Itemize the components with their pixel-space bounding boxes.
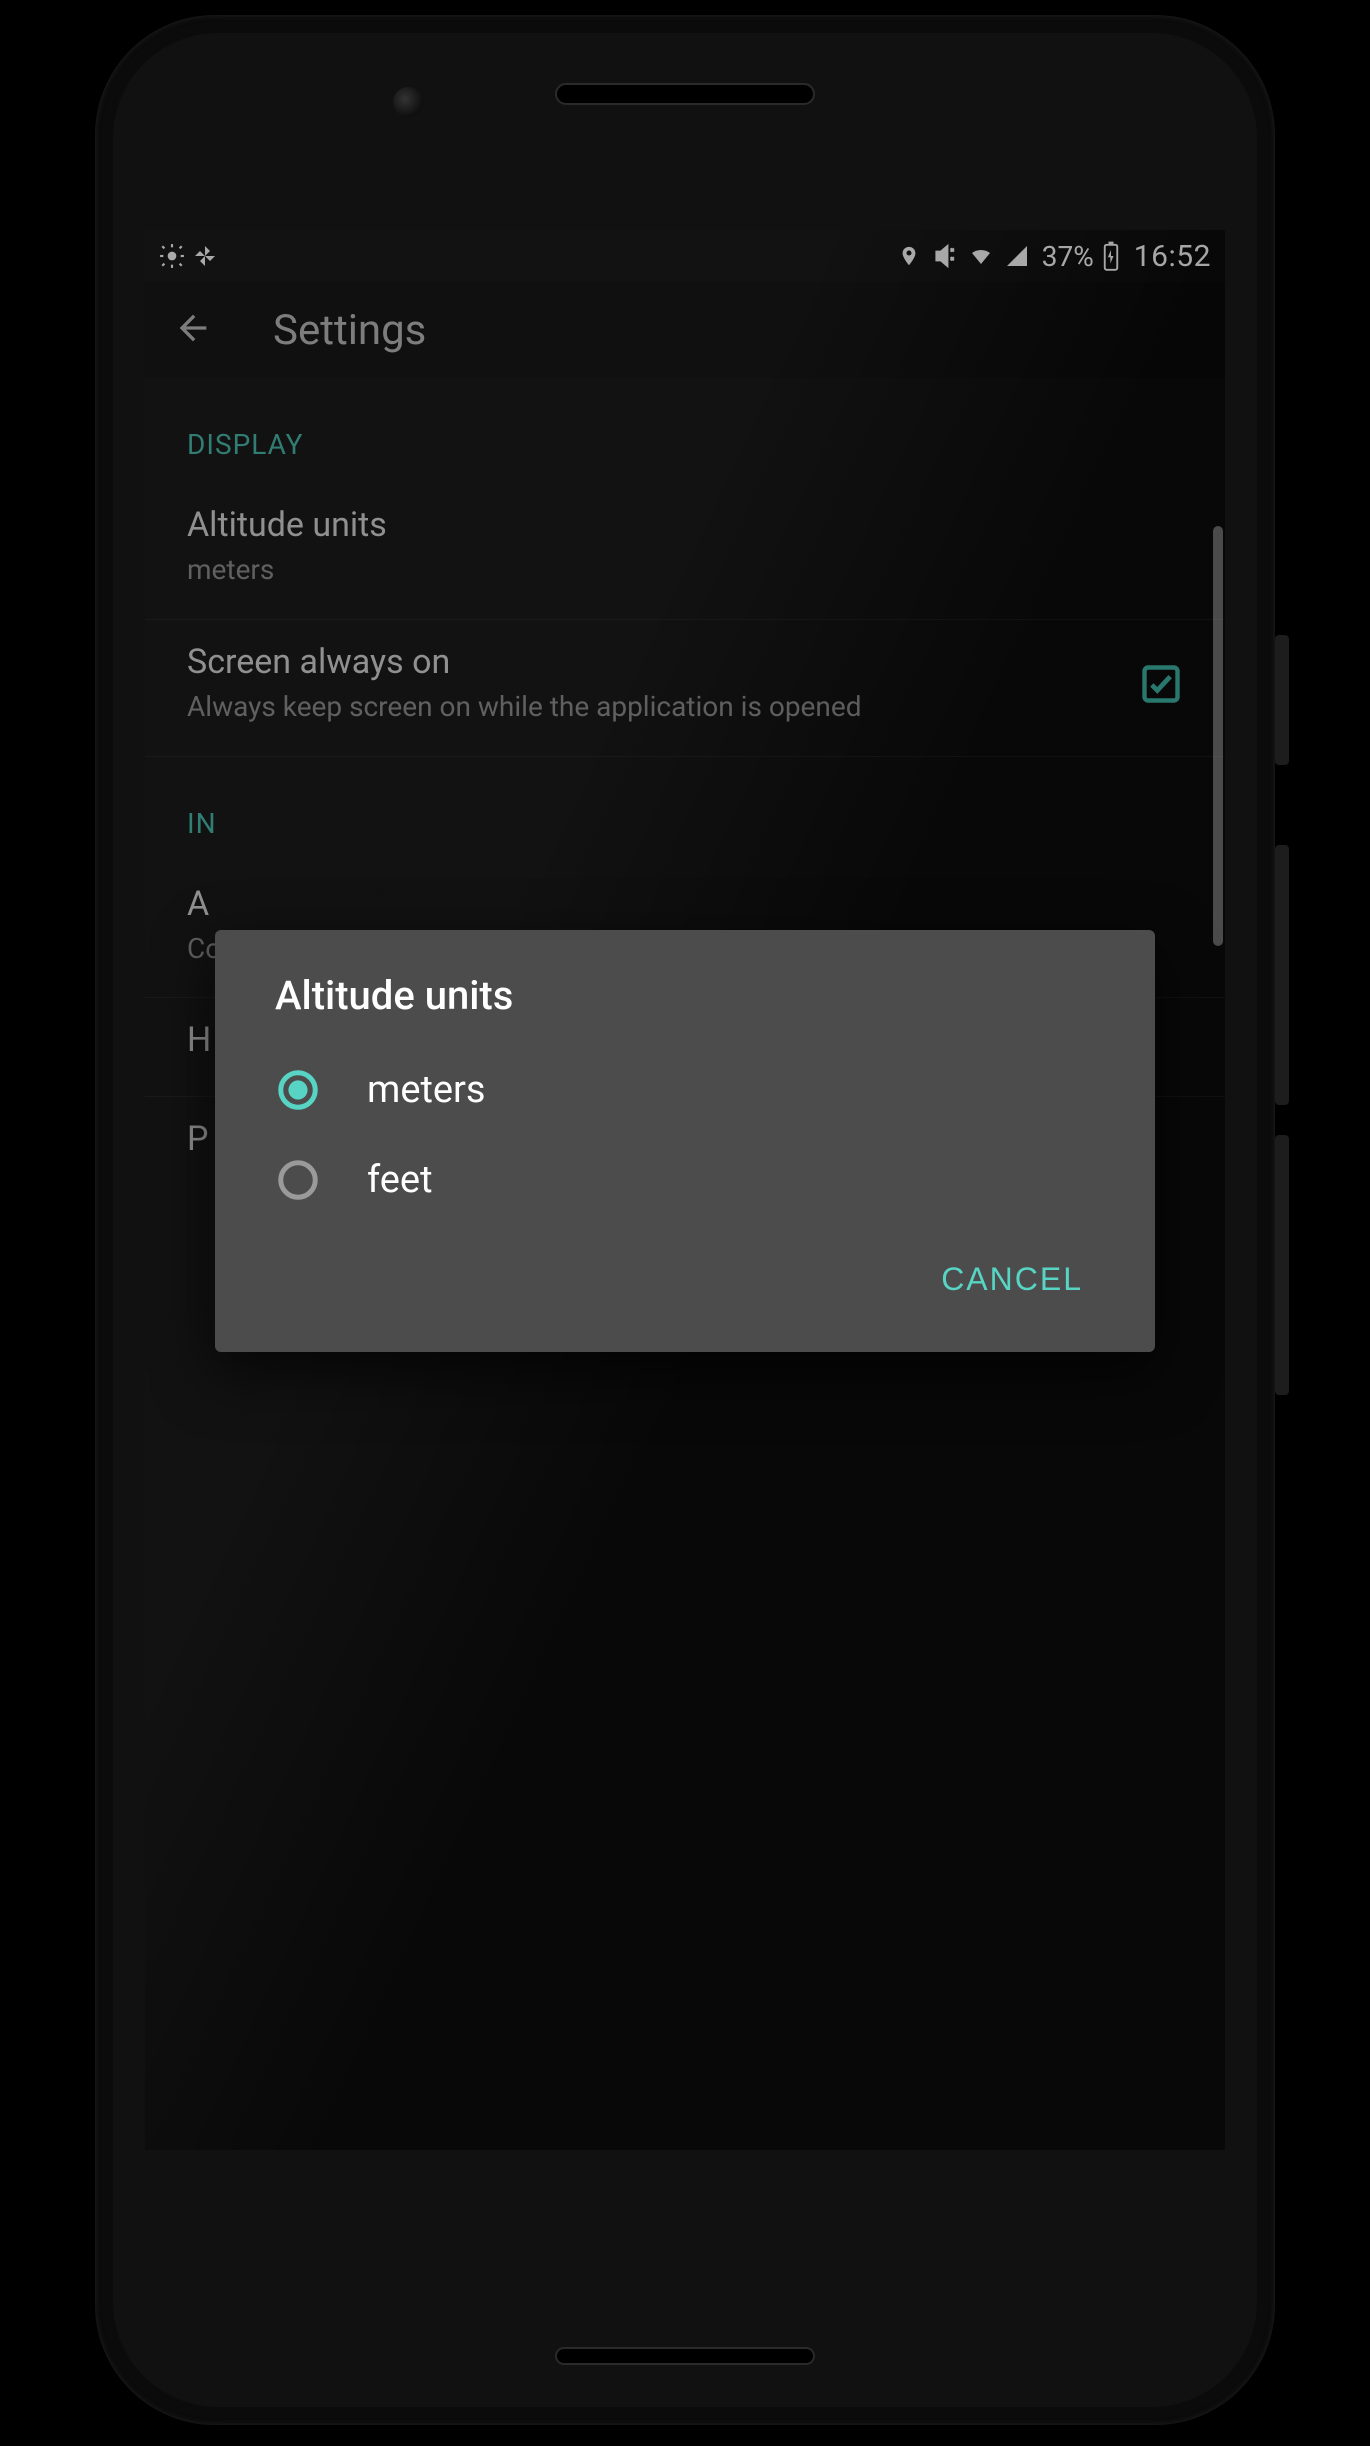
altitude-units-dialog: Altitude units meters feet CANCEL — [215, 930, 1155, 1352]
phone-volume-up — [1275, 845, 1289, 1105]
radio-unselected-icon — [275, 1157, 321, 1203]
radio-option-meters[interactable]: meters — [215, 1045, 1155, 1135]
radio-label: feet — [367, 1158, 433, 1202]
device-screen: 37% 16:52 Settings DISPLAY Altitude unit… — [145, 230, 1225, 2150]
phone-power-button — [1275, 635, 1289, 765]
phone-bottom-speaker — [555, 2347, 815, 2365]
cancel-button[interactable]: CANCEL — [919, 1247, 1105, 1312]
phone-earpiece — [555, 83, 815, 105]
dialog-title: Altitude units — [215, 966, 1155, 1045]
phone-volume-down — [1275, 1135, 1289, 1395]
radio-label: meters — [367, 1068, 486, 1112]
dialog-scrim[interactable]: Altitude units meters feet CANCEL — [145, 230, 1225, 2150]
phone-front-camera — [393, 87, 423, 117]
radio-selected-icon — [275, 1067, 321, 1113]
radio-option-feet[interactable]: feet — [215, 1135, 1155, 1225]
